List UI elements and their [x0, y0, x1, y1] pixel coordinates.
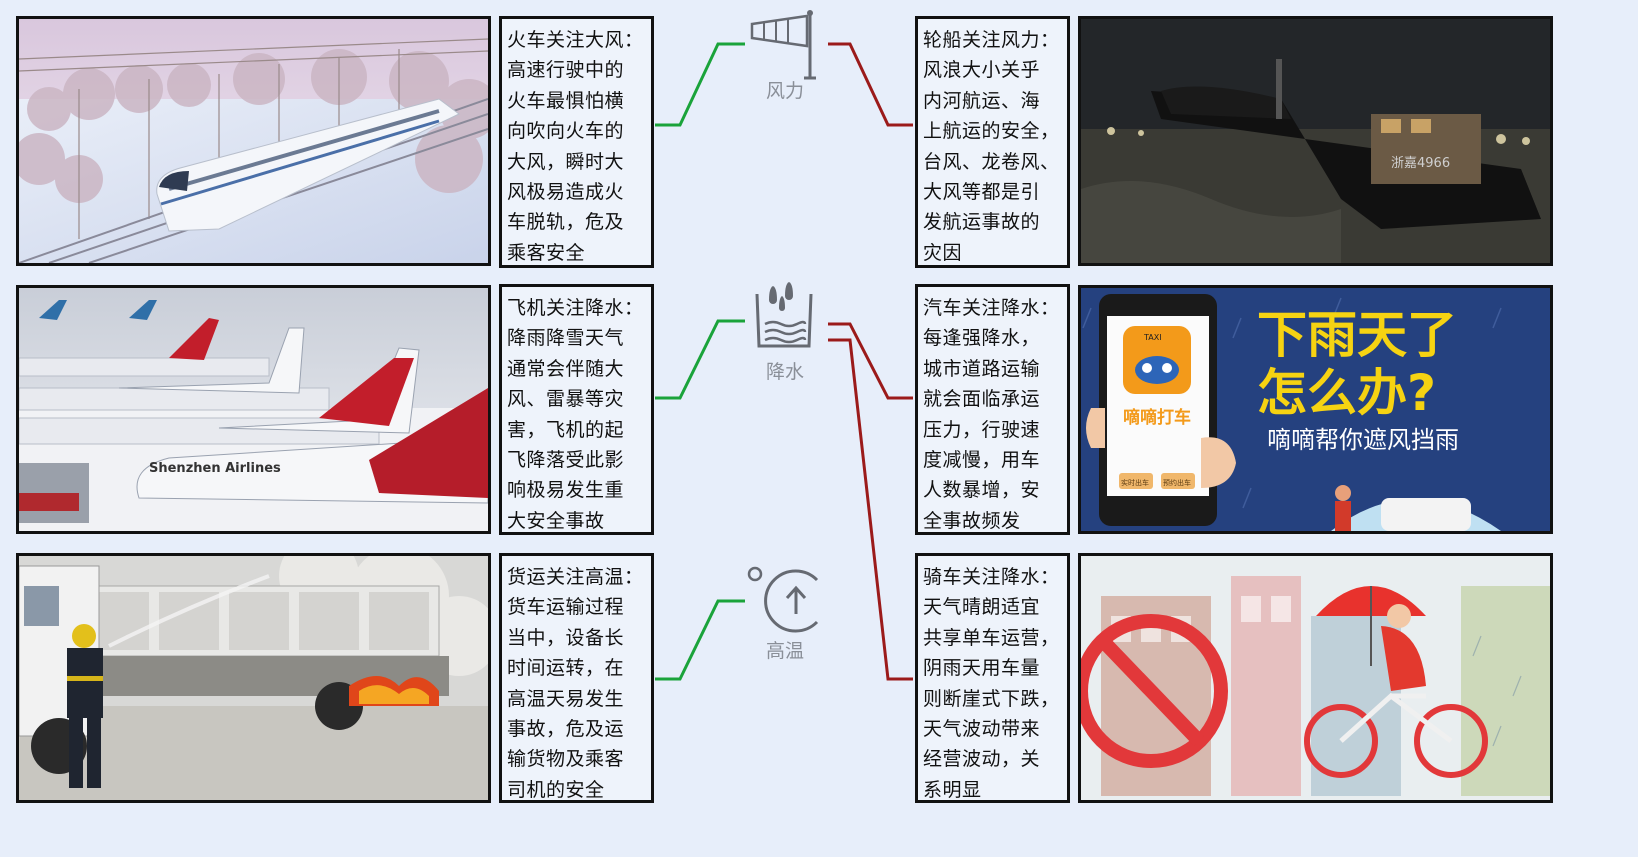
rain-gauge-icon — [755, 282, 813, 348]
connector-layer — [655, 10, 913, 681]
factor-label-rain: 降水 — [765, 361, 804, 383]
factor-label-heat: 高温 — [765, 640, 804, 662]
thermometer-up-icon — [747, 566, 819, 633]
connector-rain-car — [828, 322, 913, 400]
factor-label-wind: 风力 — [765, 80, 804, 102]
windsock-icon — [750, 10, 816, 80]
connector-truck-heat — [655, 599, 745, 681]
connector-rain-bike — [828, 338, 913, 681]
connector-wind-ship — [828, 42, 913, 127]
connector-plane-rain — [655, 319, 745, 400]
connector-train-wind — [655, 42, 745, 127]
